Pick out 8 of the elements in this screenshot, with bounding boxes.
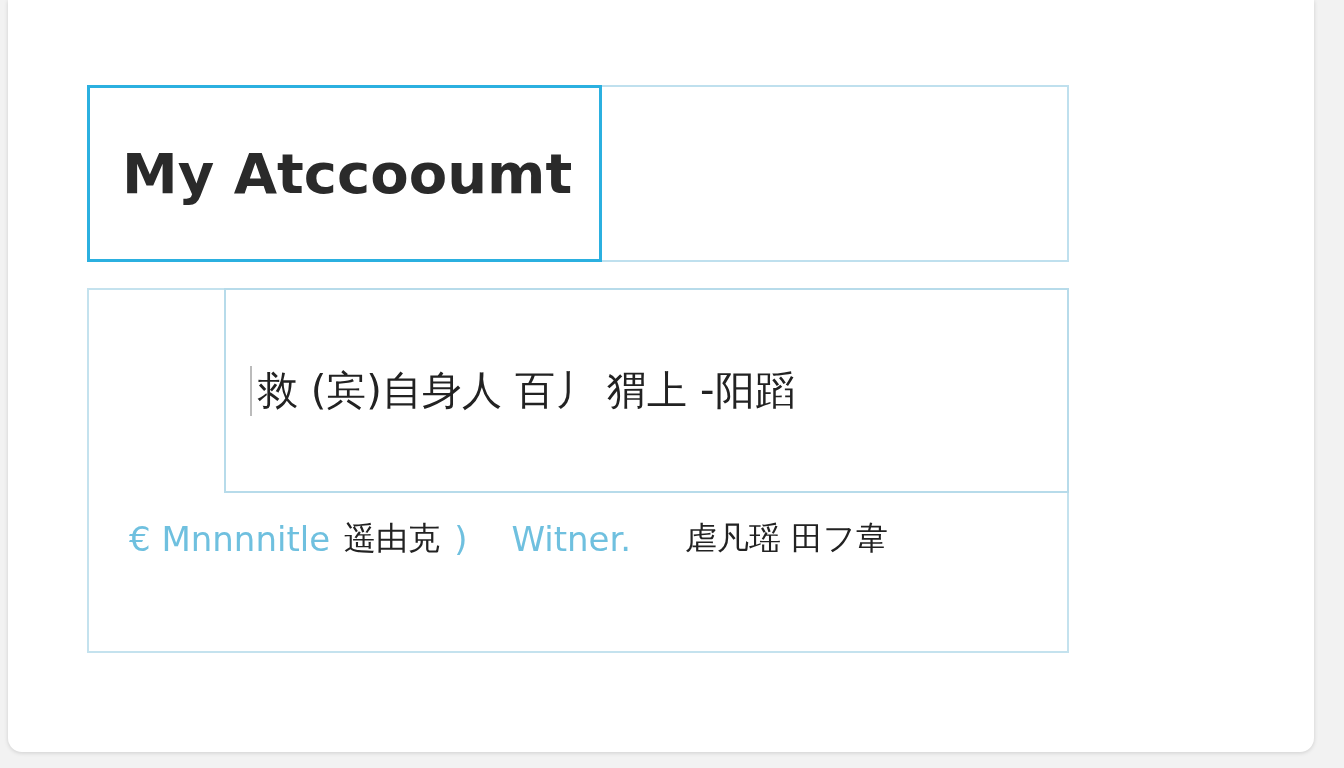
input-field[interactable]: 救 (宾)自身人 百丿 猬上 -阳蹈 [224,288,1069,493]
link-text[interactable]: € Mnnnnitle [129,519,331,559]
info-text: 遥由克 [344,518,441,559]
link-text[interactable]: Witner. [511,519,632,559]
link-text[interactable]: ) [454,519,468,559]
text-cursor [250,365,252,416]
page-title: My Atccooumt [122,141,573,206]
info-text: 虐凡瑶 田フ韋 [685,518,889,559]
